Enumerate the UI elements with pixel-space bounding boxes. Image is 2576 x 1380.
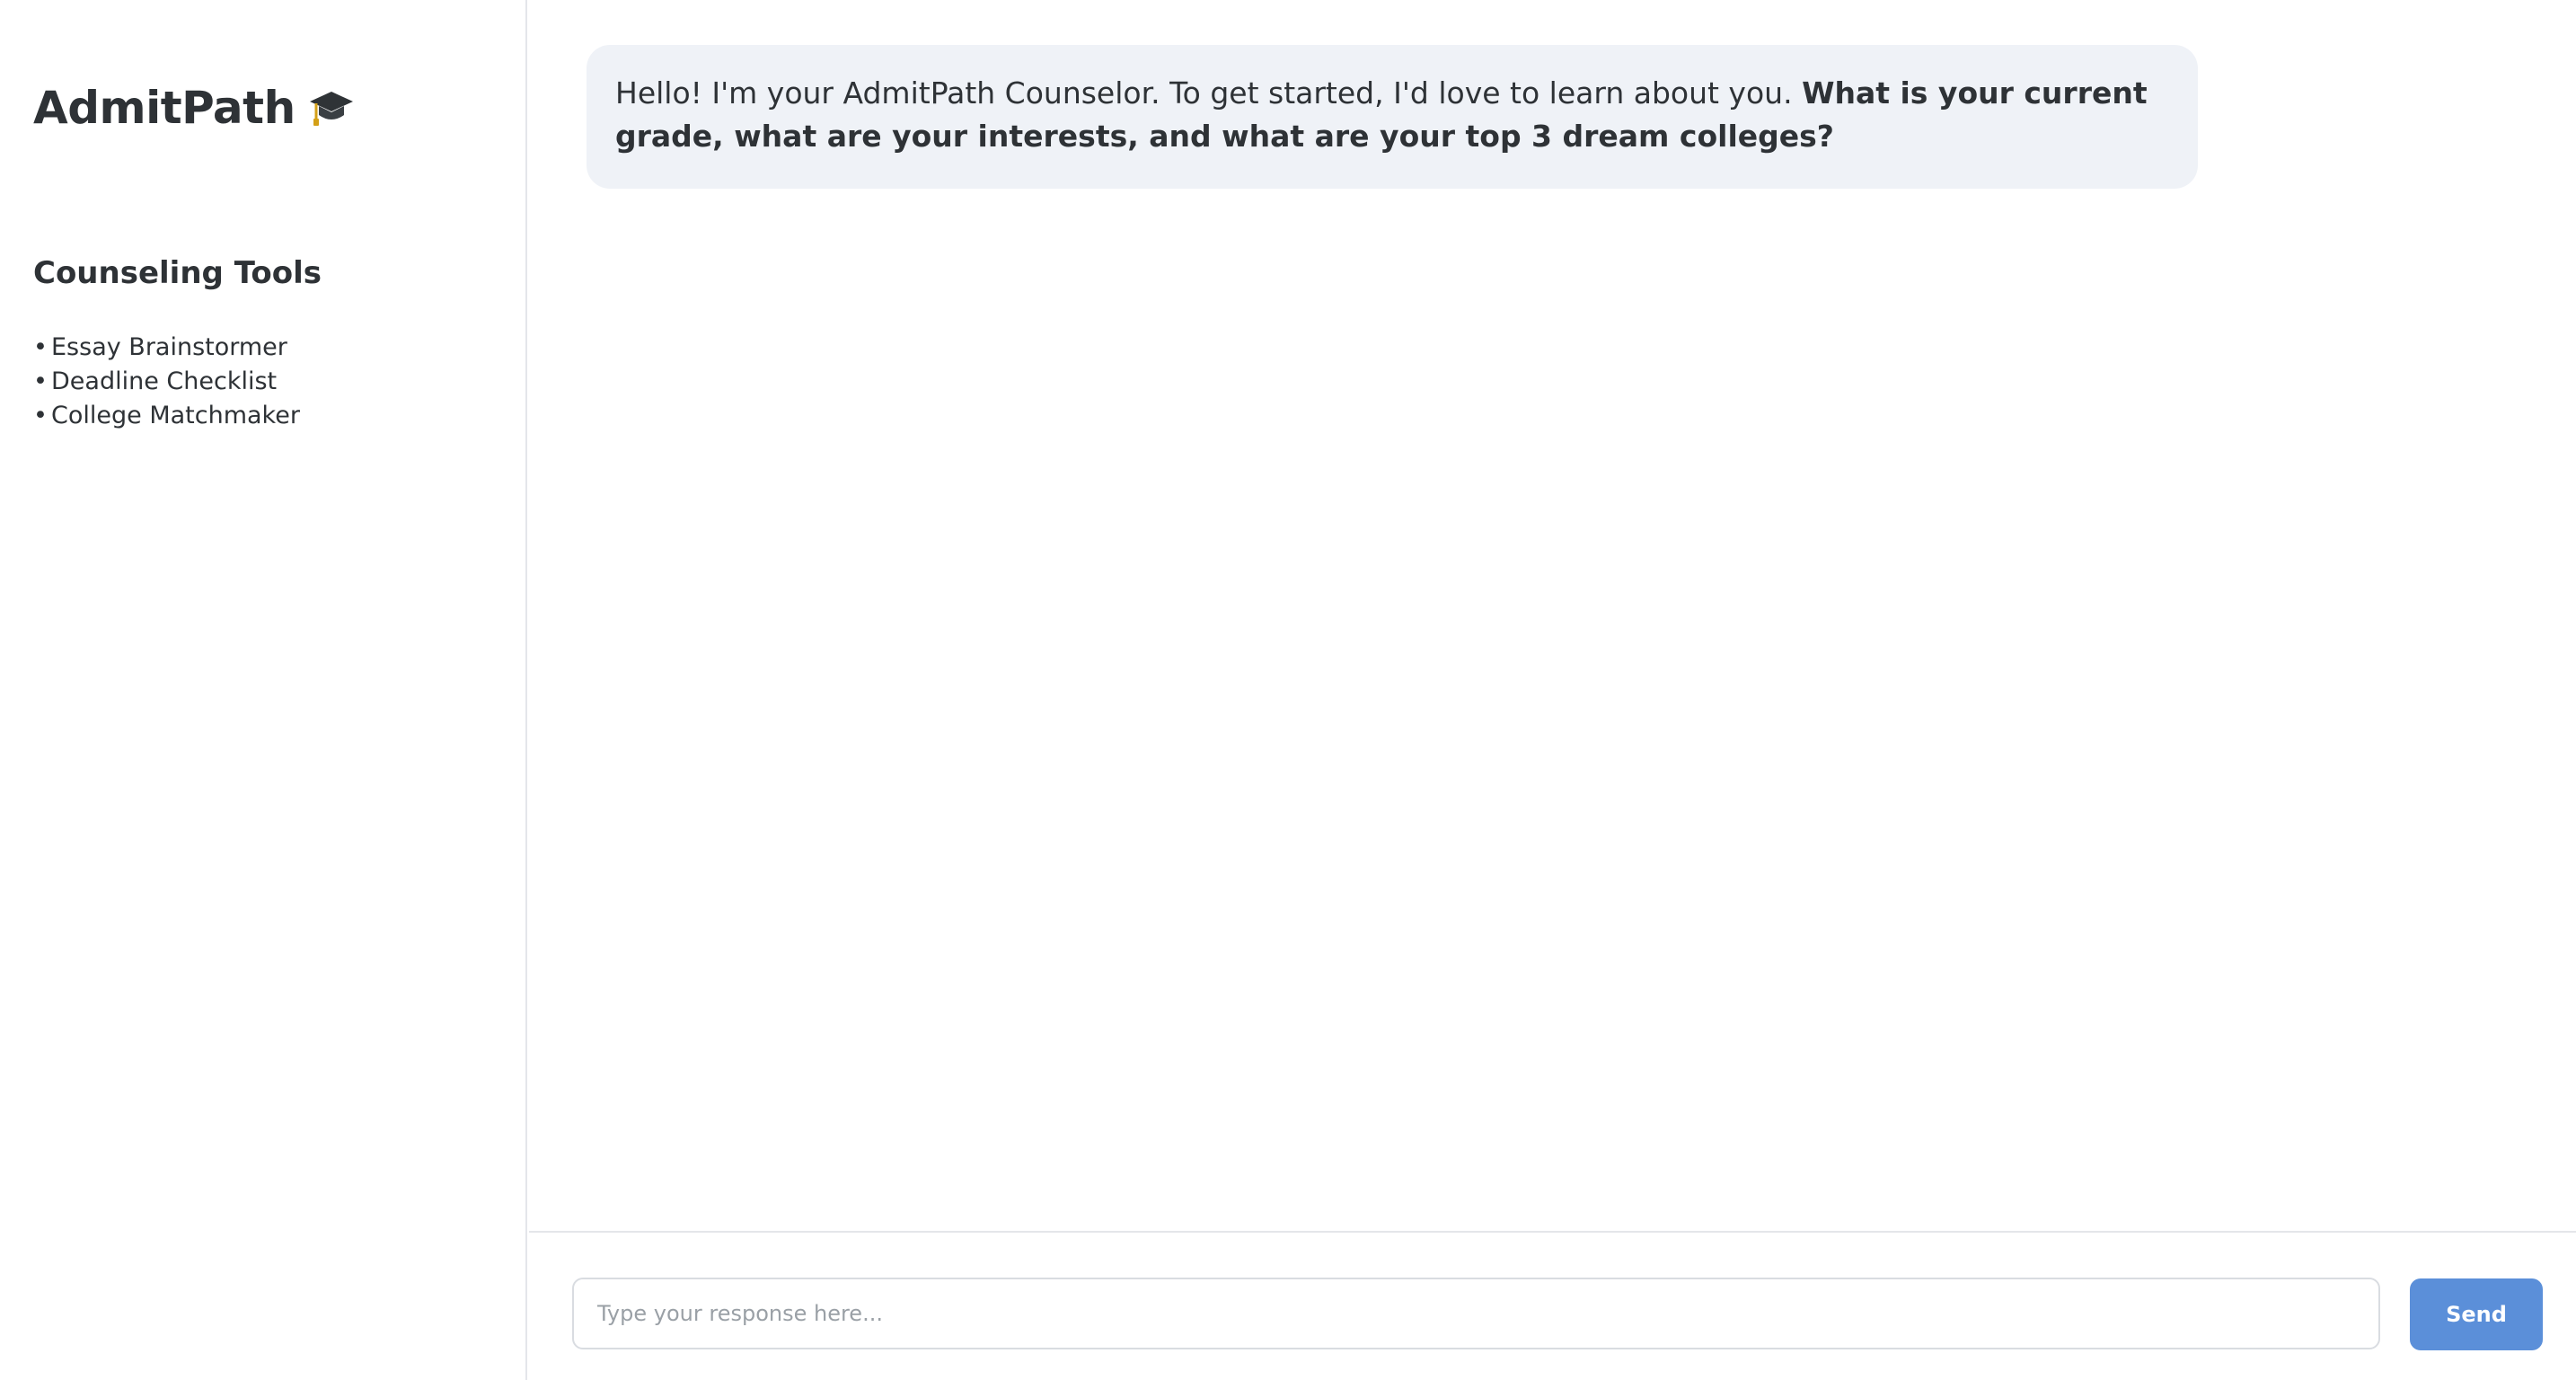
composer-bar: Send xyxy=(529,1231,2576,1380)
send-button[interactable]: Send xyxy=(2410,1278,2543,1350)
tool-item-label: College Matchmaker xyxy=(51,402,300,429)
tools-heading: Counseling Tools xyxy=(33,255,322,291)
tool-item-label: Deadline Checklist xyxy=(51,367,278,395)
chat-area: Hello! I'm your AdmitPath Counselor. To … xyxy=(529,0,2576,1380)
bullet: • xyxy=(33,402,48,429)
response-input[interactable] xyxy=(572,1278,2380,1349)
sidebar: AdmitPath Counseling Tools • Essay Brains… xyxy=(0,0,527,1380)
message-text: Hello! I'm your AdmitPath Counselor. To … xyxy=(615,75,1803,111)
app-root: AdmitPath Counseling Tools • Essay Brains… xyxy=(0,0,2576,1380)
tool-item-essay-brainstormer[interactable]: • Essay Brainstormer xyxy=(33,331,300,365)
tool-item-deadline-checklist[interactable]: • Deadline Checklist xyxy=(33,365,300,399)
app-title: AdmitPath xyxy=(33,82,296,134)
bullet: • xyxy=(33,367,48,395)
tool-item-college-matchmaker[interactable]: • College Matchmaker xyxy=(33,399,300,433)
counselor-message: Hello! I'm your AdmitPath Counselor. To … xyxy=(587,45,2198,189)
tool-item-label: Essay Brainstormer xyxy=(51,333,287,361)
tools-list: • Essay Brainstormer • Deadline Checklist … xyxy=(33,331,300,433)
graduation-cap-icon xyxy=(308,84,355,131)
bullet: • xyxy=(33,333,48,361)
brand: AdmitPath xyxy=(33,79,355,137)
